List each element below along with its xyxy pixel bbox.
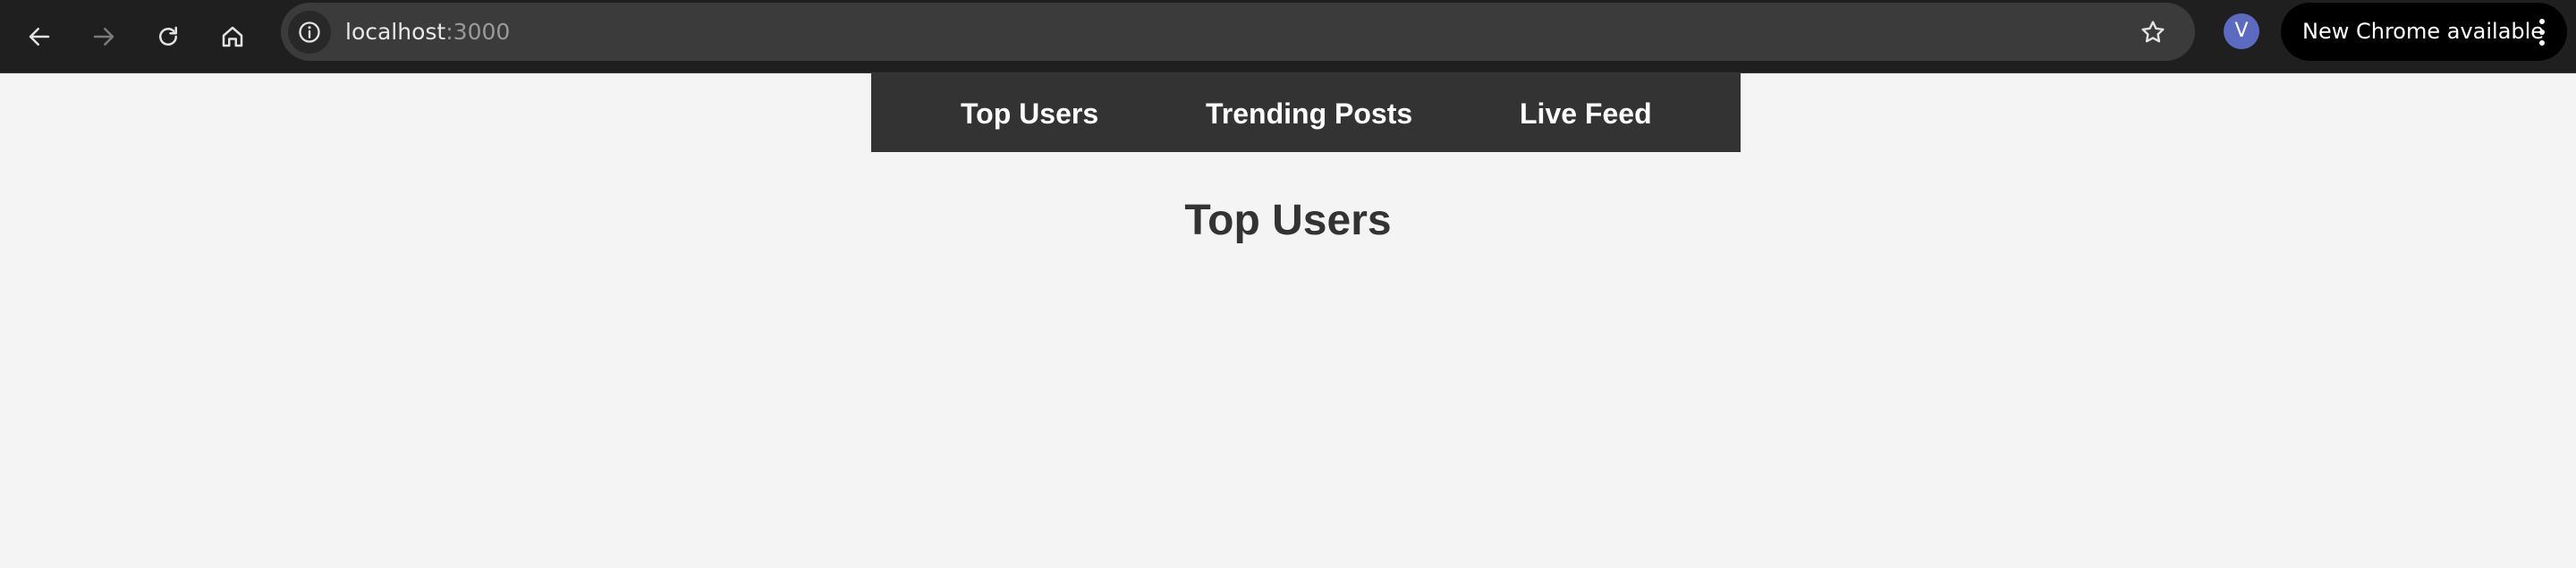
- reload-icon: [159, 26, 177, 46]
- update-label: New Chrome available: [2302, 19, 2545, 44]
- url-text[interactable]: localhost:3000: [345, 3, 510, 61]
- info-icon: [299, 21, 320, 43]
- site-info-button[interactable]: [288, 11, 331, 54]
- star-icon: [2141, 21, 2165, 43]
- nav-link-top-users[interactable]: Top Users: [961, 73, 1098, 152]
- back-arrow-icon: [29, 28, 50, 46]
- home-icon: [222, 26, 243, 47]
- address-bar[interactable]: localhost:3000: [281, 3, 2195, 61]
- forward-button[interactable]: [79, 12, 129, 62]
- nav-link-trending-posts[interactable]: Trending Posts: [1206, 73, 1412, 152]
- page-title: Top Users: [1184, 197, 1392, 244]
- kebab-menu-icon[interactable]: [2531, 17, 2553, 47]
- reload-button[interactable]: [143, 12, 193, 62]
- back-button[interactable]: [14, 12, 64, 62]
- url-host: localhost: [345, 19, 446, 45]
- main-nav: Top Users Trending Posts Live Feed: [871, 73, 1741, 152]
- url-port: :3000: [445, 19, 511, 45]
- profile-avatar[interactable]: V: [2224, 13, 2259, 49]
- bookmark-button[interactable]: [2132, 12, 2174, 53]
- browser-toolbar: localhost:3000 V New Chrome available: [0, 0, 2576, 73]
- home-button[interactable]: [208, 12, 258, 62]
- chrome-update-button[interactable]: New Chrome available: [2281, 3, 2567, 61]
- nav-link-live-feed[interactable]: Live Feed: [1520, 73, 1652, 152]
- forward-arrow-icon: [93, 28, 114, 46]
